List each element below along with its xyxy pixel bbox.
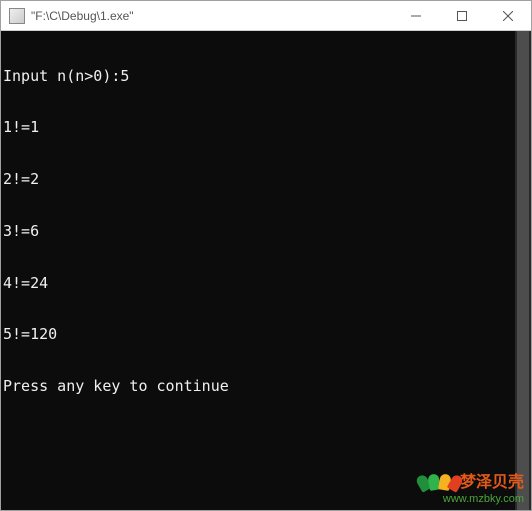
console-output-line: 4!=24 — [3, 275, 529, 292]
close-icon — [503, 11, 513, 21]
app-icon — [9, 8, 25, 24]
console-output-line: 2!=2 — [3, 171, 529, 188]
prompt-text: Input n(n>0): — [3, 67, 120, 85]
close-button[interactable] — [485, 1, 531, 30]
console-output-line: 1!=1 — [3, 119, 529, 136]
console-area[interactable]: Input n(n>0):5 1!=1 2!=2 3!=6 4!=24 5!=1… — [1, 31, 531, 510]
titlebar[interactable]: "F:\C\Debug\1.exe" — [1, 1, 531, 31]
console-window: "F:\C\Debug\1.exe" Input n(n>0):5 1!=1 2… — [0, 0, 532, 511]
user-input: 5 — [120, 67, 129, 85]
minimize-button[interactable] — [393, 1, 439, 30]
maximize-button[interactable] — [439, 1, 485, 30]
console-output-line: Press any key to continue — [3, 378, 529, 395]
maximize-icon — [457, 11, 467, 21]
console-output-line: 3!=6 — [3, 223, 529, 240]
window-controls — [393, 1, 531, 30]
minimize-icon — [411, 11, 421, 21]
scrollbar-thumb[interactable] — [517, 31, 529, 510]
vertical-scrollbar[interactable] — [515, 31, 531, 510]
console-output-line: 5!=120 — [3, 326, 529, 343]
console-prompt-line: Input n(n>0):5 — [3, 68, 529, 85]
window-title: "F:\C\Debug\1.exe" — [31, 9, 393, 23]
